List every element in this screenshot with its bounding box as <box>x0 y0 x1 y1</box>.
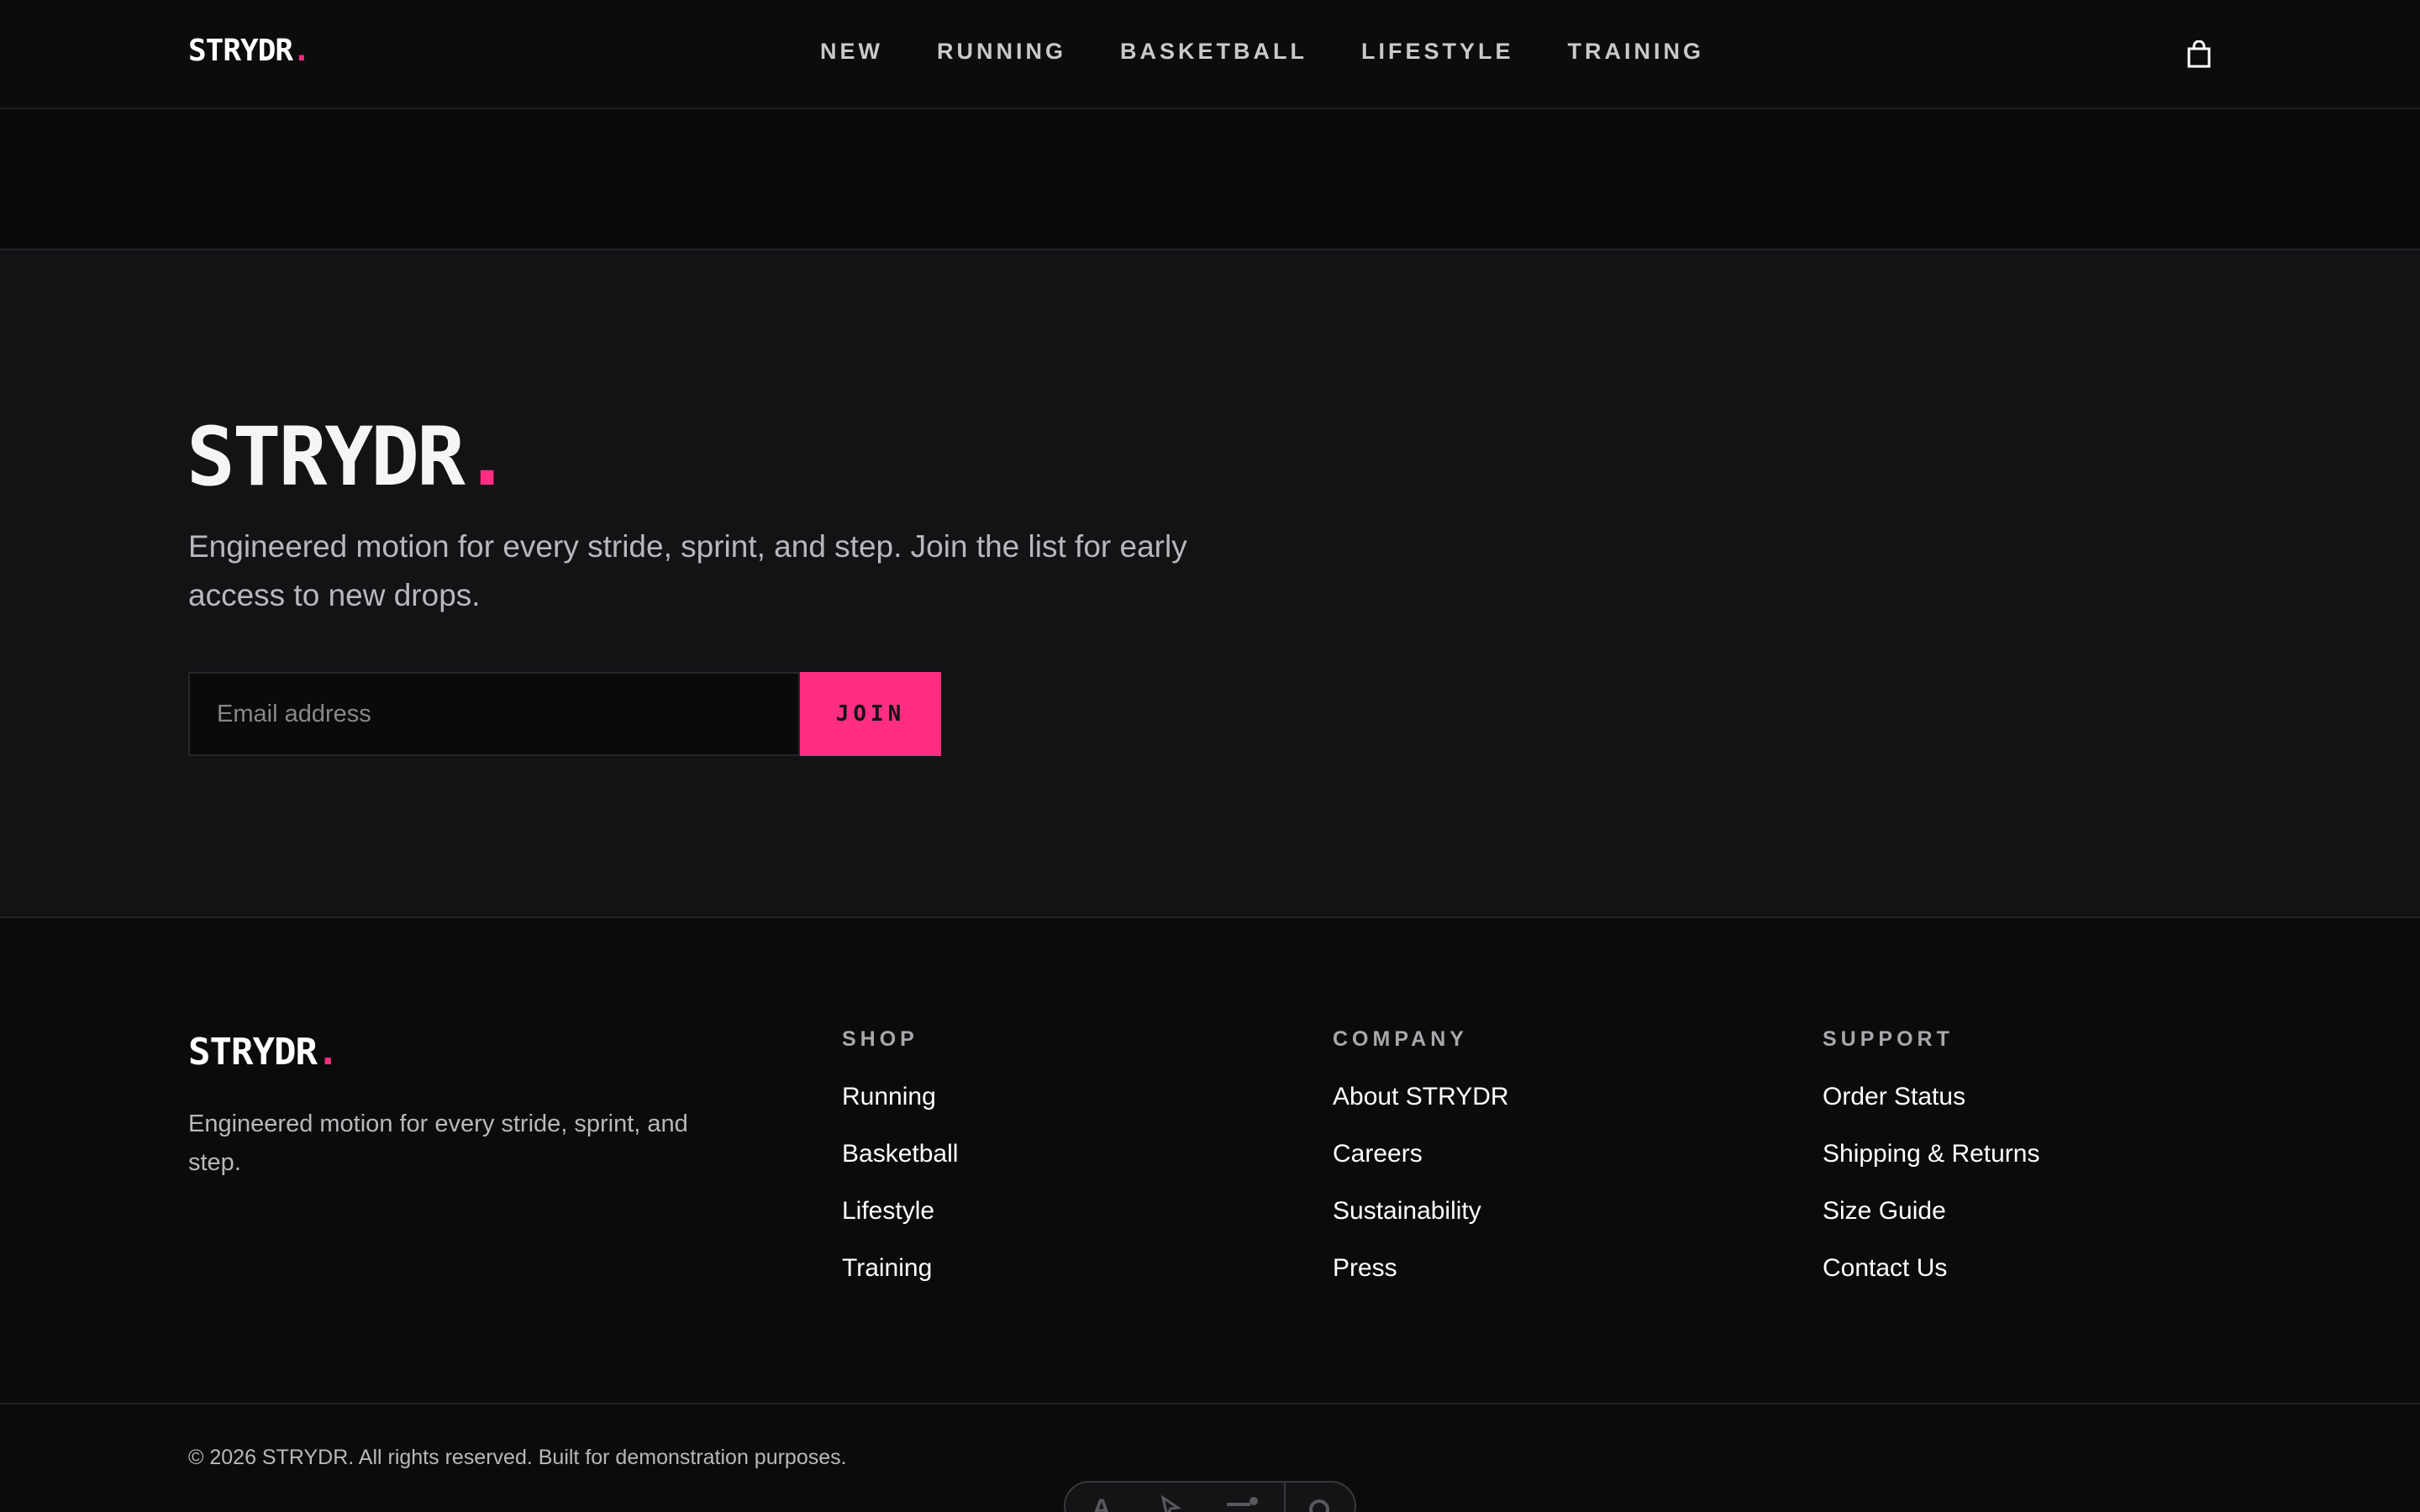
logo-dot: . <box>316 1031 339 1074</box>
shopping-bag-icon[interactable] <box>2186 39 2212 69</box>
footer-heading: SHOP <box>842 1027 918 1051</box>
footer-divider <box>0 1403 2420 1404</box>
newsletter-logo: STRYDR. <box>187 410 512 504</box>
footer-link-press[interactable]: Press <box>1333 1253 1509 1284</box>
newsletter-section: STRYDR. Engineered motion for every stri… <box>0 250 2420 918</box>
email-input[interactable] <box>188 672 800 756</box>
footer-link-running[interactable]: Running <box>842 1082 958 1112</box>
footer-column-support: SUPPORT Order Status Shipping & Returns … <box>1823 1027 2040 1310</box>
footer-link-about[interactable]: About STRYDR <box>1333 1082 1509 1112</box>
slider-icon[interactable] <box>1225 1494 1259 1512</box>
footer-link-careers[interactable]: Careers <box>1333 1139 1509 1169</box>
main-nav: NEW RUNNING BASKETBALL LIFESTYLE TRAININ… <box>820 39 1758 65</box>
copyright-text: © 2026 STRYDR. All rights reserved. Buil… <box>188 1446 847 1469</box>
toolbar-divider <box>1284 1483 1286 1512</box>
footer-description: Engineered motion for every stride, spri… <box>188 1110 688 1176</box>
floating-toolbar: A <box>1064 1481 1356 1512</box>
top-nav: STRYDR. NEW RUNNING BASKETBALL LIFESTYLE… <box>0 0 2420 109</box>
footer-link-lifestyle[interactable]: Lifestyle <box>842 1196 958 1226</box>
footer-column-shop: SHOP Running Basketball Lifestyle Traini… <box>842 1027 958 1310</box>
hero-strip <box>0 109 2420 250</box>
join-button[interactable]: JOIN <box>800 672 941 756</box>
nav-link-new[interactable]: NEW <box>820 39 883 65</box>
footer-link-sustainability[interactable]: Sustainability <box>1333 1196 1509 1226</box>
footer-link-shipping-returns[interactable]: Shipping & Returns <box>1823 1139 2040 1169</box>
footer-column-company: COMPANY About STRYDR Careers Sustainabil… <box>1333 1027 1509 1310</box>
footer-heading: SUPPORT <box>1823 1027 1954 1051</box>
footer-link-size-guide[interactable]: Size Guide <box>1823 1196 2040 1226</box>
nav-link-lifestyle[interactable]: LIFESTYLE <box>1361 39 1514 65</box>
logo-dot: . <box>462 410 512 504</box>
footer-link-basketball[interactable]: Basketball <box>842 1139 958 1169</box>
footer-logo[interactable]: STRYDR. <box>188 1031 339 1074</box>
footer: STRYDR. Engineered motion for every stri… <box>0 918 2420 1512</box>
signup-form: JOIN <box>188 672 941 756</box>
logo-text: STRYDR <box>188 34 293 68</box>
nav-link-running[interactable]: RUNNING <box>937 39 1066 65</box>
pointer-icon[interactable] <box>1158 1494 1183 1512</box>
footer-heading: COMPANY <box>1333 1027 1468 1051</box>
footer-link-order-status[interactable]: Order Status <box>1823 1082 2040 1112</box>
nav-logo[interactable]: STRYDR. <box>188 34 311 68</box>
gear-icon[interactable] <box>1304 1494 1334 1512</box>
newsletter-tagline: Engineered motion for every stride, spri… <box>188 529 1187 612</box>
page: STRYDR. NEW RUNNING BASKETBALL LIFESTYLE… <box>0 0 2420 1512</box>
logo-text: STRYDR <box>187 410 466 504</box>
text-icon[interactable]: A <box>1092 1494 1111 1512</box>
footer-link-training[interactable]: Training <box>842 1253 958 1284</box>
logo-text: STRYDR <box>188 1031 318 1074</box>
footer-link-contact[interactable]: Contact Us <box>1823 1253 2040 1284</box>
nav-link-basketball[interactable]: BASKETBALL <box>1120 39 1307 65</box>
logo-dot: . <box>292 34 311 68</box>
nav-link-training[interactable]: TRAINING <box>1568 39 1705 65</box>
